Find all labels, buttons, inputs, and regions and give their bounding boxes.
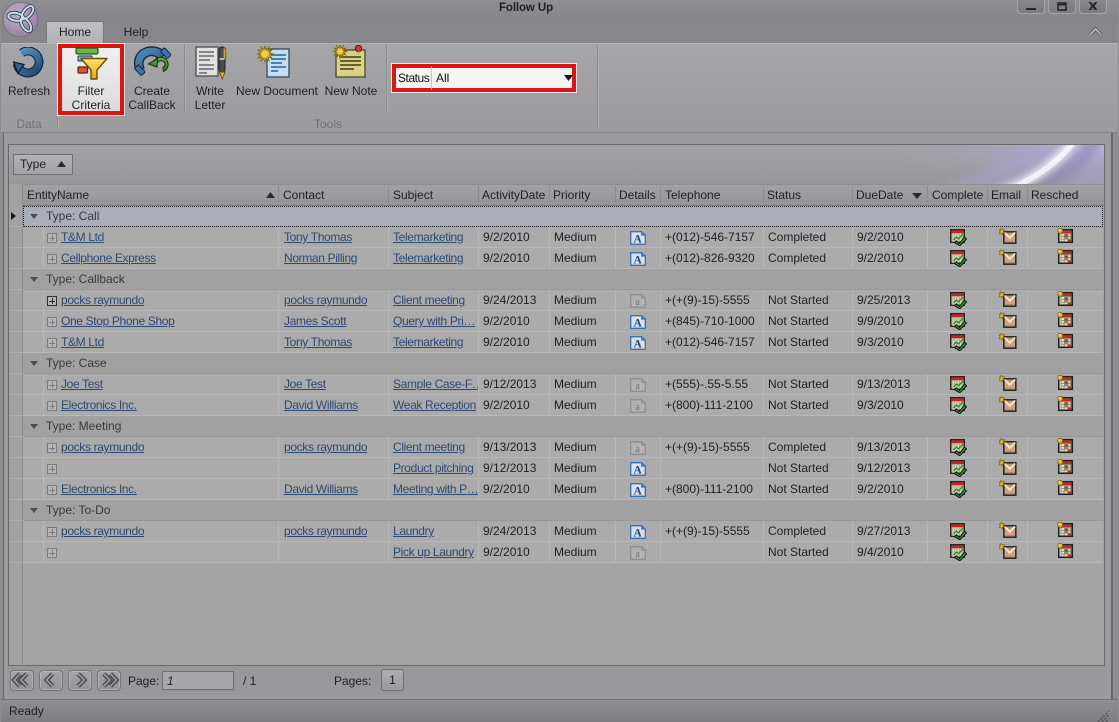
svg-text:A: A	[633, 486, 642, 497]
svg-text:A: A	[633, 465, 642, 476]
svg-text:a: a	[635, 297, 640, 308]
svg-text:A: A	[633, 339, 642, 350]
svg-text:A: A	[633, 255, 642, 266]
svg-text:A: A	[633, 318, 642, 329]
svg-text:a: a	[635, 402, 640, 413]
svg-text:A: A	[633, 528, 642, 539]
svg-text:a: a	[635, 381, 640, 392]
svg-text:A: A	[633, 234, 642, 245]
svg-text:a: a	[635, 549, 640, 560]
svg-text:a: a	[635, 444, 640, 455]
